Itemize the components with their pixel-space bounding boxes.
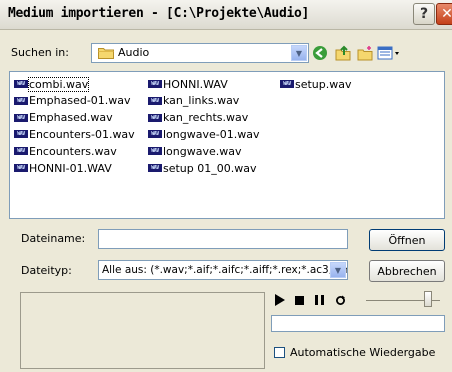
filename-label: Dateiname: — [21, 232, 86, 245]
wav-file-icon: WAV — [148, 113, 162, 122]
play-button[interactable] — [273, 293, 287, 307]
import-dialog: Medium importieren - [C:\Projekte\Audio]… — [0, 0, 452, 372]
filename-input[interactable] — [98, 229, 348, 249]
back-arrow-icon — [313, 46, 327, 60]
filetype-value: Alle aus: (*.wav;*.aif;*.aifc;*.aiff;*.r… — [102, 264, 348, 276]
file-name: longwave-01.wav — [163, 127, 260, 141]
wav-file-icon: WAV — [14, 147, 28, 156]
help-button[interactable]: ? — [413, 3, 435, 25]
file-list[interactable]: WAV combi.wav WAV Emphased-01.wav WAV Emphase… — [9, 71, 445, 219]
view-menu-button[interactable] — [377, 44, 403, 62]
close-icon: ✕ — [441, 6, 452, 22]
playback-progress — [271, 315, 445, 332]
file-name: Emphased-01.wav — [29, 94, 131, 108]
volume-slider-thumb[interactable] — [424, 291, 432, 307]
wav-file-icon: WAV — [14, 96, 28, 105]
up-folder-button[interactable] — [334, 44, 352, 62]
back-button[interactable] — [311, 44, 329, 62]
file-name: setup.wav — [295, 77, 352, 91]
file-item[interactable]: WAV Encounters-01.wav — [14, 127, 135, 141]
window-title: Medium importieren - [C:\Projekte\Audio] — [8, 6, 310, 21]
file-item[interactable]: WAV Encounters.wav — [14, 144, 117, 158]
file-item[interactable]: WAV Emphased-01.wav — [14, 94, 131, 108]
play-icon — [275, 294, 285, 306]
filetype-dropdown[interactable]: Alle aus: (*.wav;*.aif;*.aifc;*.aiff;*.r… — [98, 260, 348, 280]
lookin-dropdown[interactable]: Audio ▼ — [91, 43, 309, 63]
wav-file-icon: WAV — [148, 130, 162, 139]
file-name: HONNI-01.WAV — [29, 161, 112, 175]
file-item[interactable]: WAV setup 01_00.wav — [148, 161, 257, 175]
close-button[interactable]: ✕ — [436, 3, 452, 25]
file-item[interactable]: WAV combi.wav — [14, 76, 90, 92]
wav-file-icon: WAV — [148, 96, 162, 105]
file-item[interactable]: WAV HONNI.WAV — [148, 77, 228, 91]
wav-file-icon: WAV — [148, 80, 162, 88]
file-name: kan_links.wav — [163, 94, 240, 108]
autoplay-checkbox[interactable] — [274, 347, 285, 358]
file-name: kan_rechts.wav — [163, 111, 249, 125]
stop-button[interactable] — [293, 293, 305, 307]
preview-area — [20, 292, 265, 369]
autoplay-label: Automatische Wiedergabe — [290, 346, 436, 359]
pause-button[interactable] — [313, 293, 325, 307]
wav-file-icon: WAV — [14, 80, 28, 88]
file-item[interactable]: WAV kan_links.wav — [148, 94, 239, 108]
cancel-button-label: Abbrechen — [377, 264, 437, 278]
question-mark-icon: ? — [419, 6, 429, 22]
wav-file-icon: WAV — [280, 80, 294, 88]
wav-file-icon: WAV — [148, 147, 162, 156]
loop-icon — [335, 295, 345, 305]
stop-icon — [294, 295, 304, 305]
file-name: Emphased.wav — [29, 111, 113, 125]
loop-button[interactable] — [333, 293, 347, 307]
wav-file-icon: WAV — [14, 164, 28, 172]
file-name: Encounters-01.wav — [29, 127, 135, 141]
wav-file-icon: WAV — [14, 130, 28, 139]
view-menu-icon — [377, 46, 399, 60]
lookin-label: Suchen in: — [11, 46, 69, 59]
open-button-label: Öffnen — [388, 233, 426, 247]
file-name: setup 01_00.wav — [163, 161, 257, 175]
pause-icon — [314, 295, 324, 305]
file-name: longwave.wav — [163, 144, 242, 158]
file-name: HONNI.WAV — [163, 77, 228, 91]
chevron-down-icon[interactable]: ▼ — [330, 262, 346, 278]
open-button[interactable]: Öffnen — [369, 229, 445, 251]
new-folder-icon — [357, 46, 373, 61]
up-folder-icon — [335, 45, 351, 61]
file-name: Encounters.wav — [29, 144, 117, 158]
file-item[interactable]: WAV HONNI-01.WAV — [14, 161, 112, 175]
new-folder-button[interactable] — [356, 44, 374, 62]
wav-file-icon: WAV — [14, 113, 28, 122]
file-item[interactable]: WAV Emphased.wav — [14, 111, 113, 125]
cancel-button[interactable]: Abbrechen — [369, 260, 445, 282]
file-item[interactable]: WAV setup.wav — [280, 77, 352, 91]
file-item[interactable]: WAV longwave.wav — [148, 144, 242, 158]
file-item[interactable]: WAV kan_rechts.wav — [148, 111, 248, 125]
wav-file-icon: WAV — [148, 164, 162, 172]
title-bar[interactable]: Medium importieren - [C:\Projekte\Audio]… — [0, 0, 452, 30]
folder-icon — [98, 48, 114, 59]
chevron-down-icon[interactable]: ▼ — [291, 45, 307, 61]
lookin-value: Audio — [118, 46, 150, 59]
filetype-label: Dateityp: — [21, 264, 72, 277]
file-name: combi.wav — [27, 76, 90, 92]
file-item[interactable]: WAV longwave-01.wav — [148, 127, 259, 141]
